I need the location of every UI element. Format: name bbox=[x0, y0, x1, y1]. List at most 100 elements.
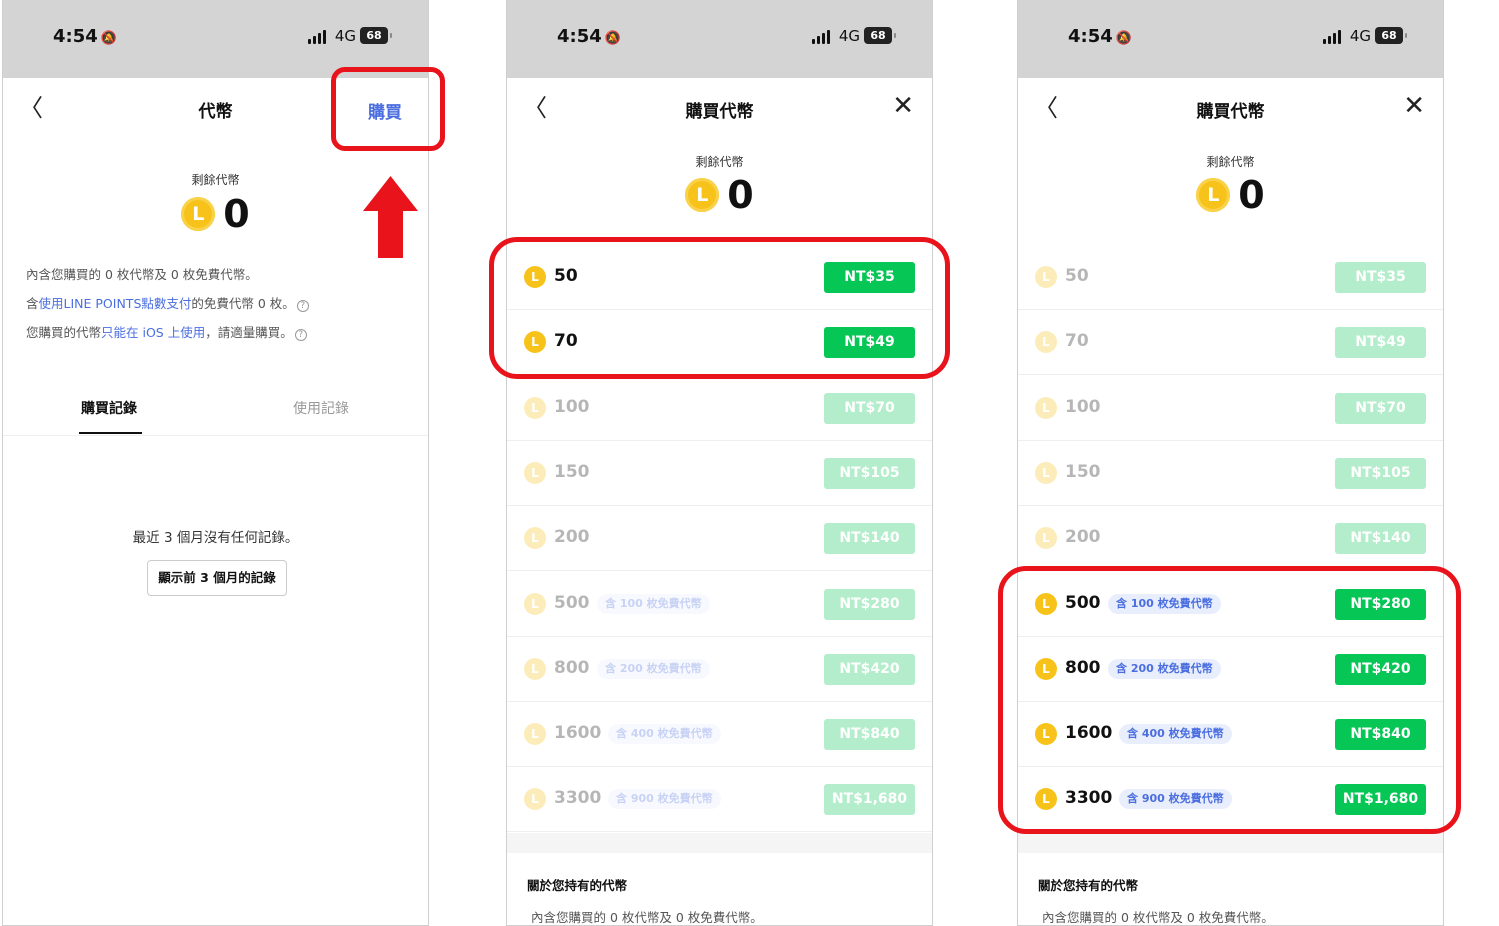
package-row[interactable]: L 200 NT$140 bbox=[507, 506, 932, 572]
status-time: 4:54 🔕 bbox=[557, 26, 621, 47]
bell-muted-icon: 🔕 bbox=[100, 31, 117, 46]
coin-icon: L bbox=[524, 788, 546, 811]
price-button[interactable]: NT$140 bbox=[824, 523, 915, 555]
package-amount: 500 bbox=[554, 592, 590, 613]
package-amount: 100 bbox=[1065, 396, 1101, 417]
remaining-label: 剩餘代幣 bbox=[1206, 155, 1255, 169]
record-tabs: 購買記錄 使用記錄 bbox=[3, 398, 428, 436]
package-row[interactable]: L 150 NT$105 bbox=[1018, 441, 1443, 506]
coin-icon: L bbox=[685, 178, 720, 212]
highlight-small-packages bbox=[489, 237, 950, 379]
close-icon[interactable]: ✕ bbox=[892, 92, 914, 120]
coin-icon: L bbox=[524, 396, 546, 419]
coin-icon: L bbox=[524, 723, 546, 746]
price-button[interactable]: NT$105 bbox=[824, 457, 915, 489]
battery-icon: 68 bbox=[1375, 27, 1407, 44]
price-button[interactable]: NT$70 bbox=[1335, 392, 1426, 424]
close-icon[interactable]: ✕ bbox=[1403, 92, 1425, 120]
signal-icon bbox=[812, 30, 832, 44]
signal-icon bbox=[308, 30, 328, 44]
package-amount: 150 bbox=[554, 461, 590, 482]
info-line-points: 含使用LINE POINTS點數支付的免費代幣 0 枚。? bbox=[26, 293, 309, 312]
about-title: 關於您持有的代幣 bbox=[1038, 878, 1139, 893]
network-label: 4G bbox=[334, 27, 356, 45]
package-row[interactable]: L 50 NT$35 bbox=[1018, 245, 1443, 310]
package-amount: 3300 bbox=[554, 788, 602, 809]
package-amount: 200 bbox=[1065, 527, 1101, 548]
show-previous-button[interactable]: 顯示前 3 個月的記錄 bbox=[147, 560, 287, 596]
package-amount: 1600 bbox=[554, 723, 602, 744]
bell-muted-icon: 🔕 bbox=[1115, 31, 1132, 46]
price-button[interactable]: NT$70 bbox=[824, 392, 915, 424]
price-button[interactable]: NT$280 bbox=[824, 588, 915, 620]
price-button[interactable]: NT$49 bbox=[1335, 327, 1426, 359]
coin-icon: L bbox=[524, 527, 546, 550]
package-row[interactable]: L 100 NT$70 bbox=[507, 376, 932, 441]
coin-icon: L bbox=[524, 461, 546, 484]
balance-display: L 0 bbox=[1018, 173, 1443, 217]
bonus-badge: 含 100 枚免費代幣 bbox=[597, 593, 710, 614]
about-text: 內含您購買的 0 枚代幣及 0 枚免費代幣。 bbox=[531, 910, 763, 925]
section-divider bbox=[507, 833, 932, 853]
buy-token-screen: 4:54 🔕 4G 68 〈 購買代幣 ✕ 剩餘代幣 L 0 L 50 NT$35 L 7… bbox=[506, 0, 933, 926]
arrow-up-icon bbox=[363, 176, 418, 258]
network-label: 4G bbox=[1349, 27, 1371, 45]
package-row[interactable]: L 3300 含 900 枚免費代幣 NT$1,680 bbox=[507, 767, 932, 833]
bonus-badge: 含 900 枚免費代幣 bbox=[608, 789, 721, 810]
network-label: 4G bbox=[838, 27, 860, 45]
price-button[interactable]: NT$840 bbox=[824, 719, 915, 751]
coin-icon: L bbox=[1035, 527, 1057, 550]
section-divider bbox=[1018, 833, 1443, 853]
package-row[interactable]: L 1600 含 400 枚免費代幣 NT$840 bbox=[507, 702, 932, 768]
highlight-buy-button bbox=[331, 67, 445, 151]
package-amount: 200 bbox=[554, 527, 590, 548]
coin-icon: L bbox=[1196, 178, 1231, 212]
status-bar: 4:54 🔕 4G 68 bbox=[507, 0, 932, 78]
status-time: 4:54 🔕 bbox=[53, 26, 117, 47]
package-row[interactable]: L 150 NT$105 bbox=[507, 441, 932, 506]
info-line-purchased: 內含您購買的 0 枚代幣及 0 枚免費代幣。 bbox=[26, 267, 258, 282]
remaining-label: 剩餘代幣 bbox=[695, 155, 744, 169]
price-button[interactable]: NT$1,680 bbox=[824, 784, 915, 816]
package-row[interactable]: L 100 NT$70 bbox=[1018, 376, 1443, 441]
info-line-ios: 您購買的代幣只能在 iOS 上使用，請適量購買。? bbox=[26, 322, 307, 341]
signal-icon bbox=[1323, 30, 1343, 44]
help-icon[interactable]: ? bbox=[296, 300, 309, 312]
bell-muted-icon: 🔕 bbox=[604, 31, 621, 46]
tab-purchase-history[interactable]: 購買記錄 bbox=[49, 398, 169, 434]
coin-icon: L bbox=[524, 657, 546, 680]
status-bar: 4:54 🔕 4G 68 bbox=[1018, 0, 1443, 78]
price-button[interactable]: NT$420 bbox=[824, 653, 915, 685]
battery-icon: 68 bbox=[864, 27, 896, 44]
balance-value: 0 bbox=[223, 192, 250, 236]
package-row[interactable]: L 500 含 100 枚免費代幣 NT$280 bbox=[507, 572, 932, 637]
coin-icon: L bbox=[1035, 331, 1057, 354]
line-points-link[interactable]: 使用LINE POINTS點數支付 bbox=[39, 296, 192, 311]
coin-icon: L bbox=[1035, 396, 1057, 419]
price-button[interactable]: NT$105 bbox=[1335, 457, 1426, 489]
price-button[interactable]: NT$35 bbox=[1335, 262, 1426, 293]
package-row[interactable]: L 70 NT$49 bbox=[1018, 310, 1443, 376]
balance-value: 0 bbox=[1238, 173, 1265, 217]
package-amount: 150 bbox=[1065, 461, 1101, 482]
page-title: 購買代幣 bbox=[685, 102, 754, 122]
coin-icon: L bbox=[181, 197, 216, 231]
empty-state-text: 最近 3 個月沒有任何記錄。 bbox=[132, 530, 299, 546]
price-button[interactable]: NT$140 bbox=[1335, 523, 1426, 555]
package-amount: 100 bbox=[554, 396, 590, 417]
status-time: 4:54 🔕 bbox=[1068, 26, 1132, 47]
package-amount: 800 bbox=[554, 657, 590, 678]
about-title: 關於您持有的代幣 bbox=[527, 878, 628, 893]
help-icon[interactable]: ? bbox=[294, 329, 307, 341]
package-amount: 50 bbox=[1065, 266, 1089, 286]
highlight-bonus-packages bbox=[998, 566, 1461, 834]
tab-usage-history[interactable]: 使用記錄 bbox=[261, 398, 381, 418]
package-amount: 70 bbox=[1065, 331, 1089, 352]
sheet: 〈 購買代幣 ✕ 剩餘代幣 L 0 L 50 NT$35 L 70 NT$49 L 100 NT… bbox=[507, 78, 932, 925]
package-row[interactable]: L 200 NT$140 bbox=[1018, 506, 1443, 572]
balance-value: 0 bbox=[727, 173, 754, 217]
battery-icon: 68 bbox=[360, 27, 392, 44]
about-text: 內含您購買的 0 枚代幣及 0 枚免費代幣。 bbox=[1042, 910, 1274, 925]
ios-only-link[interactable]: 只能在 iOS 上使用 bbox=[101, 325, 205, 340]
package-row[interactable]: L 800 含 200 枚免費代幣 NT$420 bbox=[507, 637, 932, 702]
